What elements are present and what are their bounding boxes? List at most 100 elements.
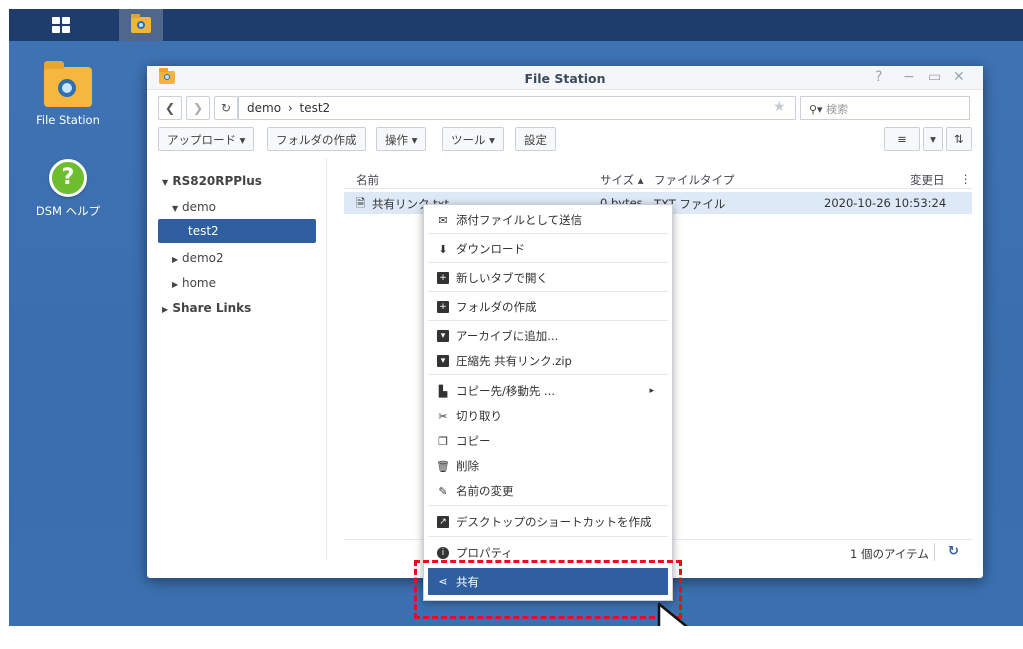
menu-item-delete[interactable]: 🗑 削除 [428, 454, 668, 478]
menu-separator [428, 536, 668, 537]
column-menu-icon[interactable]: ⋮ [960, 172, 972, 186]
search-icon: ⚲▾ [809, 103, 823, 116]
minimize-button[interactable]: − [903, 69, 915, 85]
upload-button[interactable]: アップロード ▾ [158, 127, 255, 151]
tree-item-home[interactable]: ▶ home [172, 276, 216, 290]
menu-separator [428, 262, 668, 263]
menu-item-share[interactable]: ⋖ 共有 [428, 568, 668, 595]
main-menu-button[interactable] [39, 9, 83, 41]
settings-button[interactable]: 設定 [515, 127, 556, 151]
maximize-button[interactable]: ▭ [928, 69, 941, 85]
sort-button[interactable]: ⇅ [946, 127, 972, 151]
rename-icon: ✎ [438, 484, 448, 498]
search-input[interactable]: ⚲▾ 検索 [800, 96, 970, 120]
refresh-icon: ↻ [220, 101, 232, 115]
menu-item-compress[interactable]: ▾ 圧縮先 共有リンク.zip [428, 349, 668, 373]
text-file-icon: 🗎 [356, 196, 366, 210]
tree-item-test2[interactable]: test2 [158, 219, 316, 243]
menu-item-copy[interactable]: ❐ コピー [428, 429, 668, 453]
add-folder-icon: + [437, 301, 449, 313]
tree-item-demo[interactable]: ▼ demo [172, 200, 216, 214]
submenu-arrow-icon: ▸ [649, 386, 654, 396]
copy-icon: ❐ [438, 434, 448, 448]
column-modified[interactable]: 変更日 [910, 172, 945, 188]
download-icon: ⬇ [438, 242, 448, 256]
menu-separator [428, 291, 668, 292]
column-size[interactable]: サイズ ▴ [600, 172, 644, 188]
help-icon: ? [49, 159, 87, 197]
desktop-icon-label: DSM ヘルプ [35, 204, 101, 218]
context-menu: ✉ 添付ファイルとして送信 ⬇ ダウンロード + 新しいタブで開く + フォルダの作成 … [423, 204, 673, 601]
chevron-left-icon: ❮ [164, 101, 176, 115]
search-placeholder: 検索 [826, 103, 849, 116]
menu-item-desktop-shortcut[interactable]: ↗ デスクトップのショートカットを作成 [428, 510, 668, 534]
new-tab-icon: + [437, 272, 449, 284]
chevron-down-icon: ▾ [930, 132, 936, 146]
refresh-icon[interactable]: ↻ [948, 544, 959, 559]
menu-separator [428, 374, 668, 375]
caret-right-icon: ▶ [172, 255, 179, 264]
main-menu-icon [52, 17, 70, 33]
help-button[interactable]: ? [875, 69, 882, 85]
menu-item-new-tab[interactable]: + 新しいタブで開く [428, 266, 668, 290]
copy-move-icon: ▙ [438, 384, 448, 398]
tools-button[interactable]: ツール ▾ [442, 127, 504, 151]
tree-share-links[interactable]: ▶ Share Links [162, 301, 251, 315]
cut-icon: ✂ [438, 409, 448, 423]
column-type[interactable]: ファイルタイプ [654, 172, 735, 188]
menu-item-cut[interactable]: ✂ 切り取り [428, 404, 668, 428]
menu-item-add-archive[interactable]: ▾ アーカイブに追加... [428, 324, 668, 348]
column-name[interactable]: 名前 [356, 172, 379, 188]
action-button[interactable]: 操作 ▾ [376, 127, 427, 151]
breadcrumb-demo[interactable]: demo [247, 101, 281, 115]
archive-icon: ▾ [437, 330, 449, 342]
path-bar[interactable]: demo › test2 [238, 96, 796, 120]
file-modified: 2020-10-26 10:53:24 [824, 196, 947, 210]
breadcrumb-current[interactable]: test2 [300, 101, 331, 115]
menu-item-create-folder[interactable]: + フォルダの作成 [428, 295, 668, 319]
mail-icon: ✉ [438, 213, 448, 227]
menu-item-copy-move[interactable]: ▙ コピー先/移動先 ... ▸ [428, 379, 668, 403]
desktop-icon-dsm-help[interactable]: ? DSM ヘルプ [23, 159, 113, 219]
view-dropdown-button[interactable]: ▾ [923, 127, 943, 151]
menu-separator [428, 505, 668, 506]
taskbar [9, 9, 1023, 41]
window-titlebar[interactable]: File Station ? − ▭ ✕ [147, 66, 983, 90]
caret-down-icon: ▼ [162, 178, 169, 187]
file-station-icon [131, 14, 151, 33]
chevron-right-icon: ❯ [192, 101, 204, 115]
mouse-cursor-icon [657, 602, 689, 626]
tree-root[interactable]: ▼ RS820RPPlus [162, 174, 262, 188]
desktop-icon-file-station[interactable]: File Station [23, 61, 113, 127]
create-folder-button[interactable]: フォルダの作成 [267, 127, 366, 151]
back-button[interactable]: ❮ [158, 96, 182, 120]
window-title: File Station [524, 71, 606, 86]
forward-button[interactable]: ❯ [186, 96, 210, 120]
info-icon: i [437, 547, 449, 559]
caret-right-icon: ▶ [162, 305, 169, 314]
favorite-star-icon[interactable]: ★ [773, 99, 786, 115]
menu-item-attach[interactable]: ✉ 添付ファイルとして送信 [428, 208, 668, 232]
taskbar-file-station-button[interactable] [119, 9, 163, 41]
toolbar: アップロード ▾ フォルダの作成 操作 ▾ ツール ▾ 設定 ≡ ▾ ⇅ [158, 127, 972, 151]
address-bar: ❮ ❯ ↻ demo › test2 ★ ⚲▾ 検索 [158, 96, 972, 120]
folder-tree: ▼ RS820RPPlus ▼ demo test2 ▶ demo2 ▶ hom… [147, 158, 327, 560]
desktop: File Station ? DSM ヘルプ File Station ? − … [9, 9, 1023, 626]
menu-item-rename[interactable]: ✎ 名前の変更 [428, 479, 668, 503]
shortcut-icon: ↗ [437, 516, 449, 528]
item-count: 1 個のアイテム [850, 547, 929, 561]
list-view-icon: ≡ [897, 132, 907, 146]
tree-item-demo2[interactable]: ▶ demo2 [172, 251, 224, 265]
breadcrumb-separator: › [287, 101, 293, 115]
menu-item-download[interactable]: ⬇ ダウンロード [428, 237, 668, 261]
close-button[interactable]: ✕ [953, 69, 965, 85]
sort-icon: ⇅ [954, 132, 964, 146]
desktop-icon-label: File Station [36, 113, 100, 127]
menu-item-properties[interactable]: i プロパティ [428, 541, 668, 565]
caret-down-icon: ▼ [172, 204, 179, 213]
caret-right-icon: ▶ [172, 280, 179, 289]
file-station-icon [44, 61, 92, 107]
file-list-header: 名前 サイズ ▴ ファイルタイプ 変更日 ⋮ [344, 170, 972, 189]
view-mode-button[interactable]: ≡ [884, 127, 920, 151]
refresh-button[interactable]: ↻ [214, 96, 238, 120]
